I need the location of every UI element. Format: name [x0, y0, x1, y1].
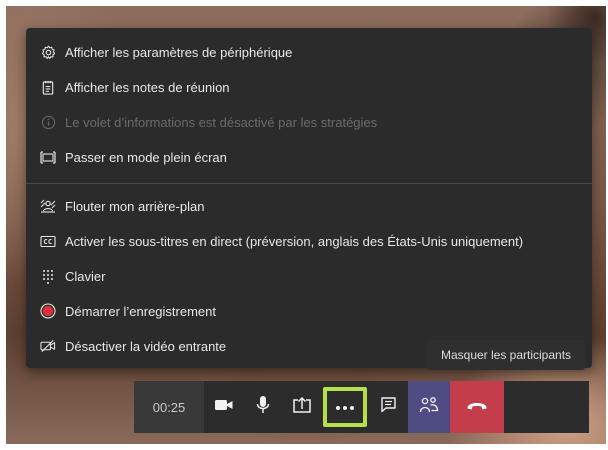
video-off-icon: [40, 338, 56, 354]
tooltip-label: Masquer les participants: [440, 348, 572, 362]
menu-item-label: Le volet d’informations est désactivé pa…: [65, 114, 378, 130]
menu-item-label: Afficher les notes de réunion: [65, 79, 230, 95]
menu-item-fullscreen[interactable]: Passer en mode plein écran: [26, 140, 592, 174]
call-timer: 00:25: [134, 381, 204, 433]
menu-item-label: Flouter mon arrière-plan: [65, 198, 205, 214]
notes-icon: [40, 79, 56, 95]
menu-item-device-settings[interactable]: Afficher les paramètres de périphérique: [26, 35, 592, 69]
record-icon: [40, 303, 56, 319]
menu-item-label: Activer les sous-titres en direct (préve…: [65, 233, 524, 249]
menu-item-live-captions[interactable]: Activer les sous-titres en direct (préve…: [26, 224, 592, 258]
participants-button[interactable]: [408, 381, 450, 433]
camera-icon: [214, 398, 234, 417]
hang-up-icon: [466, 398, 488, 416]
camera-button[interactable]: [204, 381, 243, 433]
more-options-menu: Afficher les paramètres de périphérique …: [26, 28, 592, 368]
hang-up-button[interactable]: [450, 381, 504, 433]
menu-item-label: Passer en mode plein écran: [65, 149, 227, 165]
menu-item-info-pane-disabled: Le volet d’informations est désactivé pa…: [26, 105, 592, 139]
call-controls-bar: 00:25: [134, 381, 589, 433]
menu-item-keypad[interactable]: Clavier: [26, 259, 592, 293]
info-icon: [40, 114, 56, 130]
closed-captions-icon: [40, 233, 56, 249]
share-screen-button[interactable]: [282, 381, 321, 433]
menu-item-blur-background[interactable]: Flouter mon arrière-plan: [26, 189, 592, 223]
gear-icon: [40, 44, 56, 60]
blur-background-icon: [40, 198, 56, 214]
menu-item-label: Désactiver la vidéo entrante: [65, 338, 227, 354]
menu-item-label: Afficher les paramètres de périphérique: [65, 44, 293, 60]
chat-icon: [380, 396, 397, 418]
fullscreen-icon: [40, 149, 56, 165]
participants-tooltip: Masquer les participants: [427, 340, 585, 370]
menu-item-label: Démarrer l’enregistrement: [65, 303, 216, 319]
participants-icon: [419, 396, 439, 419]
more-options-icon: [335, 398, 355, 416]
microphone-button[interactable]: [243, 381, 282, 433]
microphone-icon: [256, 395, 270, 420]
keypad-icon: [40, 268, 56, 284]
share-screen-icon: [292, 396, 312, 419]
menu-item-meeting-notes[interactable]: Afficher les notes de réunion: [26, 70, 592, 104]
menu-divider: [26, 183, 592, 184]
more-options-button[interactable]: [323, 387, 367, 427]
menu-item-label: Clavier: [65, 268, 106, 284]
chat-button[interactable]: [369, 381, 408, 433]
menu-item-start-recording[interactable]: Démarrer l’enregistrement: [26, 294, 592, 328]
